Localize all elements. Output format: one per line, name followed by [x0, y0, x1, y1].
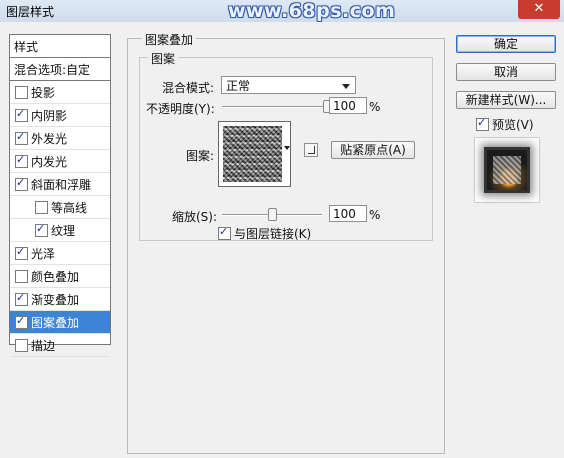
pattern-subgroup-title: 图案	[148, 50, 179, 67]
style-item[interactable]: 外发光	[10, 127, 110, 150]
opacity-label: 不透明度(Y):	[146, 102, 215, 116]
style-item-label: 斜面和浮雕	[31, 177, 92, 192]
new-style-button[interactable]: 新建样式(W)...	[456, 91, 556, 109]
style-item[interactable]: 投影	[10, 81, 110, 104]
style-item-checkbox[interactable]	[15, 85, 28, 99]
style-item-checkbox[interactable]	[15, 269, 28, 283]
snap-origin-button[interactable]: 贴紧原点(A)	[331, 141, 415, 159]
style-item-label: 内发光	[31, 154, 68, 169]
pattern-overlay-title: 图案叠加	[142, 31, 197, 48]
ok-button-label: 确定	[493, 37, 518, 51]
style-item-checkbox[interactable]	[15, 107, 28, 122]
style-item-label: 投影	[31, 85, 56, 100]
style-item-checkbox[interactable]	[15, 245, 28, 260]
close-button[interactable]: ✕	[518, 0, 560, 19]
style-item[interactable]: 斜面和浮雕	[10, 173, 110, 196]
pattern-label: 图案:	[186, 149, 215, 163]
pattern-subgroup: 图案 混合模式: 正常 不透明度(Y): 100 % 图案: 贴紧原点(A) 缩…	[139, 50, 433, 242]
style-item[interactable]: 内发光	[10, 150, 110, 173]
style-list: 样式 混合选项:自定 投影内阴影外发光内发光斜面和浮雕等高线纹理光泽颜色叠加渐变…	[9, 34, 111, 357]
blend-mode-label: 混合模式:	[162, 81, 215, 95]
pattern-dropdown-icon[interactable]	[284, 146, 290, 150]
link-with-layer-label: 与图层链接(K)	[234, 227, 312, 241]
style-item-checkbox[interactable]	[15, 338, 28, 352]
cancel-button-label: 取消	[493, 65, 518, 79]
scale-input-value: 100	[333, 207, 356, 221]
style-item-label: 描边	[31, 338, 56, 353]
preview-option[interactable]: 预览(V)	[476, 116, 534, 133]
opacity-input-value: 100	[333, 99, 356, 113]
style-item[interactable]: 图案叠加	[10, 311, 110, 334]
link-with-layer-checkbox[interactable]	[218, 225, 231, 240]
style-item-checkbox[interactable]	[15, 291, 28, 306]
watermark-text: www.68ps.com	[228, 0, 396, 22]
pattern-overlay-group: 图案叠加 图案 混合模式: 正常 不透明度(Y): 100 % 图案: 贴紧原点…	[127, 31, 445, 454]
preview-label: 预览(V)	[492, 118, 534, 132]
title-bar: 图层样式 www.68ps.com ✕	[0, 0, 564, 23]
blend-options-item[interactable]: 混合选项:自定	[10, 58, 110, 81]
style-item[interactable]: 光泽	[10, 242, 110, 265]
ok-button[interactable]: 确定	[456, 35, 556, 53]
pattern-swatch[interactable]	[223, 126, 282, 182]
style-item[interactable]: 内阴影	[10, 104, 110, 127]
style-item-checkbox[interactable]	[35, 222, 48, 237]
scale-slider-thumb[interactable]	[268, 208, 277, 221]
opacity-input[interactable]: 100	[329, 97, 367, 114]
style-item-label: 内阴影	[31, 108, 68, 123]
style-item-label: 外发光	[31, 131, 68, 146]
style-list-header[interactable]: 样式	[10, 35, 110, 58]
style-item-label: 等高线	[51, 200, 88, 215]
style-item-checkbox[interactable]	[15, 130, 28, 145]
style-item[interactable]: 渐变叠加	[10, 288, 110, 311]
blend-options-label: 混合选项:自定	[14, 62, 91, 77]
style-item[interactable]: 描边	[10, 334, 110, 357]
new-style-button-label: 新建样式(W)...	[465, 93, 547, 107]
link-with-layer-option[interactable]: 与图层链接(K)	[218, 225, 311, 242]
style-list-header-label: 样式	[14, 39, 39, 54]
style-item-label: 图案叠加	[31, 315, 80, 330]
style-item[interactable]: 纹理	[10, 219, 110, 242]
style-preview	[474, 137, 540, 203]
scale-input[interactable]: 100	[329, 205, 367, 222]
scale-unit: %	[369, 208, 381, 222]
style-item-label: 纹理	[51, 223, 76, 238]
style-item-label: 光泽	[31, 246, 56, 261]
scale-label: 缩放(S):	[172, 210, 218, 224]
snap-origin-label: 贴紧原点(A)	[340, 143, 406, 157]
style-item-checkbox[interactable]	[15, 153, 28, 168]
style-preview-thumbnail	[487, 150, 527, 190]
close-icon[interactable]: ✕	[534, 1, 545, 16]
blend-mode-value: 正常	[226, 79, 251, 93]
new-preset-icon	[308, 146, 315, 154]
style-item[interactable]: 颜色叠加	[10, 265, 110, 288]
layer-style-dialog: 样式 混合选项:自定 投影内阴影外发光内发光斜面和浮雕等高线纹理光泽颜色叠加渐变…	[0, 22, 564, 458]
preview-checkbox[interactable]	[476, 116, 489, 131]
style-item-label: 渐变叠加	[31, 292, 80, 307]
opacity-unit: %	[369, 100, 381, 114]
style-item-checkbox[interactable]	[35, 200, 48, 214]
window-title: 图层样式	[6, 5, 55, 19]
chevron-down-icon	[342, 84, 350, 89]
style-item-checkbox[interactable]	[15, 176, 28, 191]
pattern-picker[interactable]	[218, 121, 291, 187]
new-preset-button[interactable]	[304, 143, 318, 157]
blend-mode-select[interactable]: 正常	[221, 76, 356, 94]
opacity-slider-track[interactable]	[222, 106, 327, 108]
style-item-checkbox[interactable]	[15, 314, 28, 329]
cancel-button[interactable]: 取消	[456, 63, 556, 81]
style-item-label: 颜色叠加	[31, 269, 80, 284]
style-item[interactable]: 等高线	[10, 196, 110, 219]
